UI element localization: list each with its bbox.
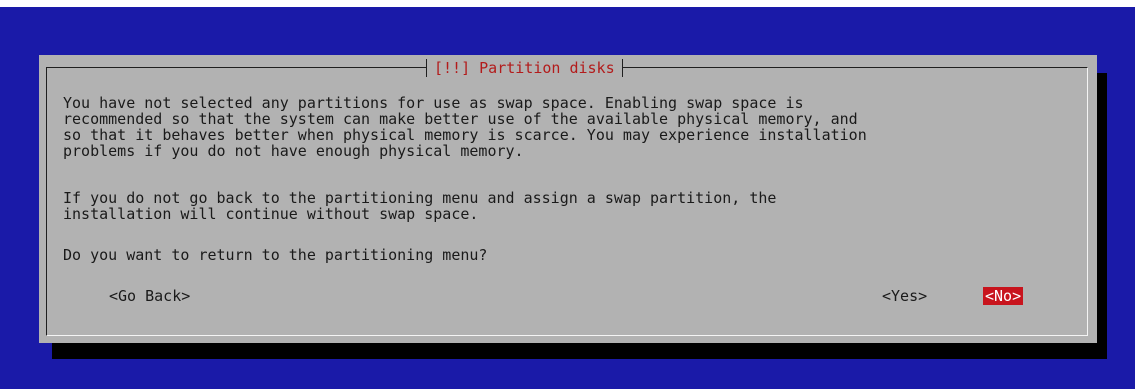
swap-continue-message: If you do not go back to the partitionin…	[63, 189, 777, 223]
partition-disks-dialog: [!!] Partition disks You have not select…	[39, 55, 1097, 343]
swap-warning-message: You have not selected any partitions for…	[63, 94, 867, 160]
no-button[interactable]: <No>	[983, 287, 1024, 305]
screen-top-strip	[0, 0, 1135, 7]
yes-button[interactable]: <Yes>	[882, 287, 927, 305]
dialog-title: [!!] Partition disks	[426, 58, 623, 78]
return-question: Do you want to return to the partitionin…	[63, 246, 488, 264]
go-back-button[interactable]: <Go Back>	[109, 287, 190, 305]
